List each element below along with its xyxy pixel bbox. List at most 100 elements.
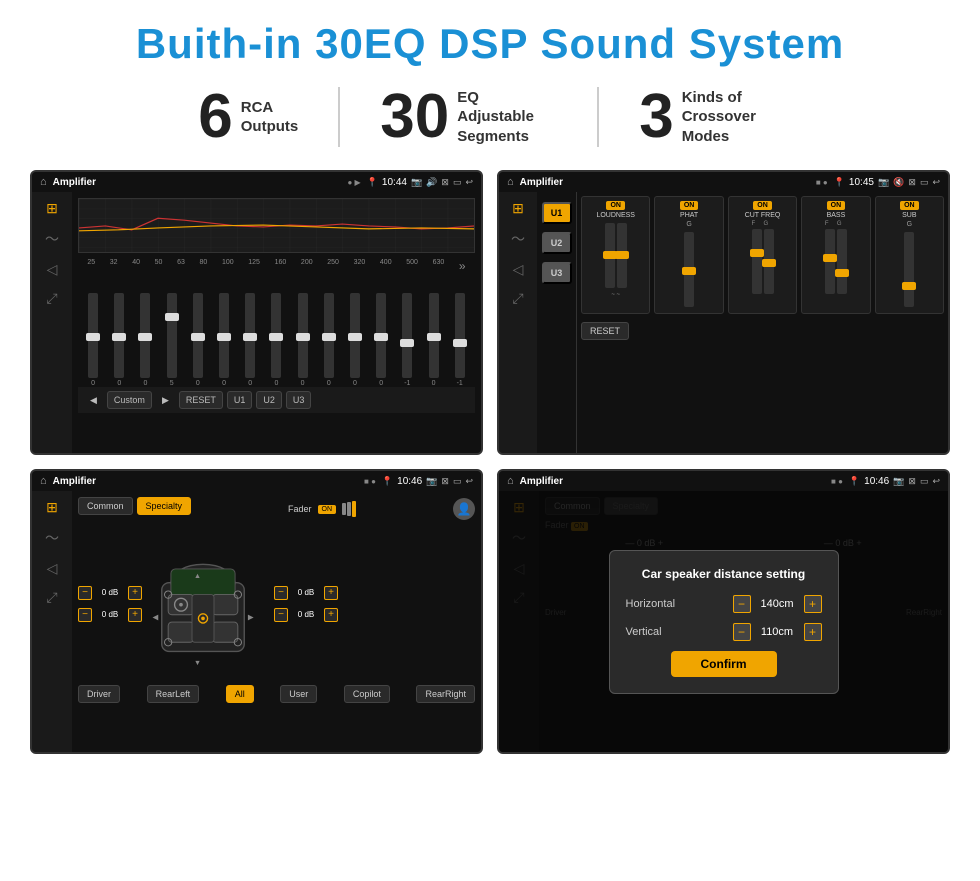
rearleft-btn[interactable]: RearLeft [147, 685, 200, 703]
horizontal-value: 140cm [755, 598, 800, 610]
vol-rl-plus[interactable]: + [128, 608, 142, 622]
eq-back-btn[interactable]: ◀ [84, 391, 103, 409]
clock-1: 10:44 [382, 177, 407, 188]
eq-sliders: 0 0 0 5 [78, 277, 475, 387]
home-icon-4[interactable]: ⌂ [507, 475, 514, 487]
eq-slider-10[interactable] [324, 293, 334, 378]
back-icon-1[interactable]: ↩ [465, 177, 473, 188]
cutfreq-slider-g[interactable] [764, 229, 774, 294]
eq-val-15: -1 [457, 380, 463, 387]
home-icon-2[interactable]: ⌂ [507, 176, 514, 188]
horizontal-plus-btn[interactable]: + [804, 595, 822, 613]
driver-btn[interactable]: Driver [78, 685, 120, 703]
home-icon-3[interactable]: ⌂ [40, 475, 47, 487]
copilot-btn[interactable]: Copilot [344, 685, 390, 703]
eq-slider-12[interactable] [376, 293, 386, 378]
bass-slider-f[interactable] [825, 229, 835, 294]
eq-reset-btn[interactable]: RESET [179, 391, 223, 409]
cutfreq-slider-f[interactable] [752, 229, 762, 294]
eq-sidebar-tuner[interactable]: ⊞ [46, 200, 58, 217]
eq-slider-2[interactable] [114, 293, 124, 378]
home-icon-1[interactable]: ⌂ [40, 176, 47, 188]
confirm-button[interactable]: Confirm [671, 651, 777, 677]
eq-slider-13[interactable] [402, 293, 412, 378]
screen1-body: ⊞ 〜 ◁ ⤢ [32, 192, 481, 453]
eq-slider-1[interactable] [88, 293, 98, 378]
expand-icon[interactable]: » [459, 259, 466, 273]
eq-slider-11[interactable] [350, 293, 360, 378]
wifi-icon-2: ⊠ [908, 177, 916, 188]
eq-sidebar-speaker[interactable]: ◁ [47, 261, 58, 278]
dialog-vertical-row: Vertical − 110cm + [626, 623, 822, 641]
battery-icon-4: ▭ [920, 476, 929, 487]
vol-fl-plus[interactable]: + [128, 586, 142, 600]
eq-slider-9[interactable] [298, 293, 308, 378]
back-icon-4[interactable]: ↩ [932, 476, 940, 487]
eq-left-sidebar: ⊞ 〜 ◁ ⤢ [32, 192, 72, 453]
amp-module-loudness: ON LOUDNESS ~ ~ [581, 196, 650, 314]
slider-col-15: -1 [455, 293, 465, 387]
amp-sidebar-speaker[interactable]: ◁ [513, 261, 524, 278]
amp-reset-btn[interactable]: RESET [581, 322, 629, 340]
stat-eq: 30 EQ AdjustableSegments [340, 86, 597, 148]
u3-select-btn[interactable]: U3 [542, 262, 572, 284]
vol-rr-plus[interactable]: + [324, 608, 338, 622]
amp-sidebar-expand[interactable]: ⤢ [512, 290, 523, 307]
eq-slider-4[interactable] [167, 293, 177, 378]
vol-fr-minus[interactable]: − [274, 586, 288, 600]
eq-slider-14[interactable] [429, 293, 439, 378]
location-icon-3: 📍 [382, 476, 393, 487]
loudness-slider-r[interactable] [617, 223, 627, 288]
vol-fr-plus[interactable]: + [324, 586, 338, 600]
bass-slider-g[interactable] [837, 229, 847, 294]
eq-u1-btn[interactable]: U1 [227, 391, 253, 409]
spk-sidebar-wave[interactable]: 〜 [45, 528, 59, 548]
eq-slider-5[interactable] [193, 293, 203, 378]
spk-tab-common[interactable]: Common [78, 497, 133, 515]
stat-crossover: 3 Kinds ofCrossover Modes [599, 86, 821, 148]
freq-320: 320 [354, 259, 366, 273]
eq-sidebar-wave[interactable]: 〜 [45, 229, 59, 249]
loudness-slider-l[interactable] [605, 223, 615, 288]
amp-module-sub: ON SUB G [875, 196, 944, 314]
vol-rl-minus[interactable]: − [78, 608, 92, 622]
eq-slider-8[interactable] [271, 293, 281, 378]
eq-custom-btn[interactable]: Custom [107, 391, 152, 409]
u1-select-btn[interactable]: U1 [542, 202, 572, 224]
spk-sidebar-tuner[interactable]: ⊞ [46, 499, 58, 516]
all-btn[interactable]: All [226, 685, 254, 703]
eq-slider-15[interactable] [455, 293, 465, 378]
amp-module-bass: ON BASS F G [801, 196, 870, 314]
vol-rr-minus[interactable]: − [274, 608, 288, 622]
eq-sidebar-expand[interactable]: ⤢ [46, 290, 57, 307]
vertical-minus-btn[interactable]: − [733, 623, 751, 641]
vertical-plus-btn[interactable]: + [804, 623, 822, 641]
u2-select-btn[interactable]: U2 [542, 232, 572, 254]
eq-play-btn[interactable]: ▶ [156, 391, 175, 409]
amp-sidebar-tuner[interactable]: ⊞ [512, 200, 524, 217]
sub-slider[interactable] [904, 232, 914, 307]
vol-ctrl-rl: − 0 dB + [78, 608, 142, 622]
status-bar-4: ⌂ Amplifier ■ ● 📍 10:46 📷 ⊠ ▭ ↩ [499, 471, 948, 491]
amp-sidebar-wave[interactable]: 〜 [511, 229, 525, 249]
eq-slider-3[interactable] [140, 293, 150, 378]
spk-sidebar-expand[interactable]: ⤢ [46, 589, 57, 606]
eq-u2-btn[interactable]: U2 [256, 391, 282, 409]
amp-modules-row: ON LOUDNESS ~ ~ [581, 196, 944, 314]
spk-tab-specialty[interactable]: Specialty [137, 497, 192, 515]
user-btn[interactable]: User [280, 685, 317, 703]
phat-slider[interactable] [684, 232, 694, 307]
back-icon-3[interactable]: ↩ [465, 476, 473, 487]
app-name-1: Amplifier [53, 177, 342, 188]
vol-fl-minus[interactable]: − [78, 586, 92, 600]
rearright-btn[interactable]: RearRight [416, 685, 475, 703]
eq-slider-6[interactable] [219, 293, 229, 378]
eq-u3-btn[interactable]: U3 [286, 391, 312, 409]
eq-main-area: 25 32 40 50 63 80 100 125 160 200 250 32… [72, 192, 481, 453]
eq-slider-7[interactable] [245, 293, 255, 378]
profile-icon-3[interactable]: 👤 [453, 498, 475, 520]
spk-sidebar-speaker[interactable]: ◁ [47, 560, 58, 577]
bass-on-badge: ON [827, 201, 846, 210]
back-icon-2[interactable]: ↩ [932, 177, 940, 188]
horizontal-minus-btn[interactable]: − [733, 595, 751, 613]
